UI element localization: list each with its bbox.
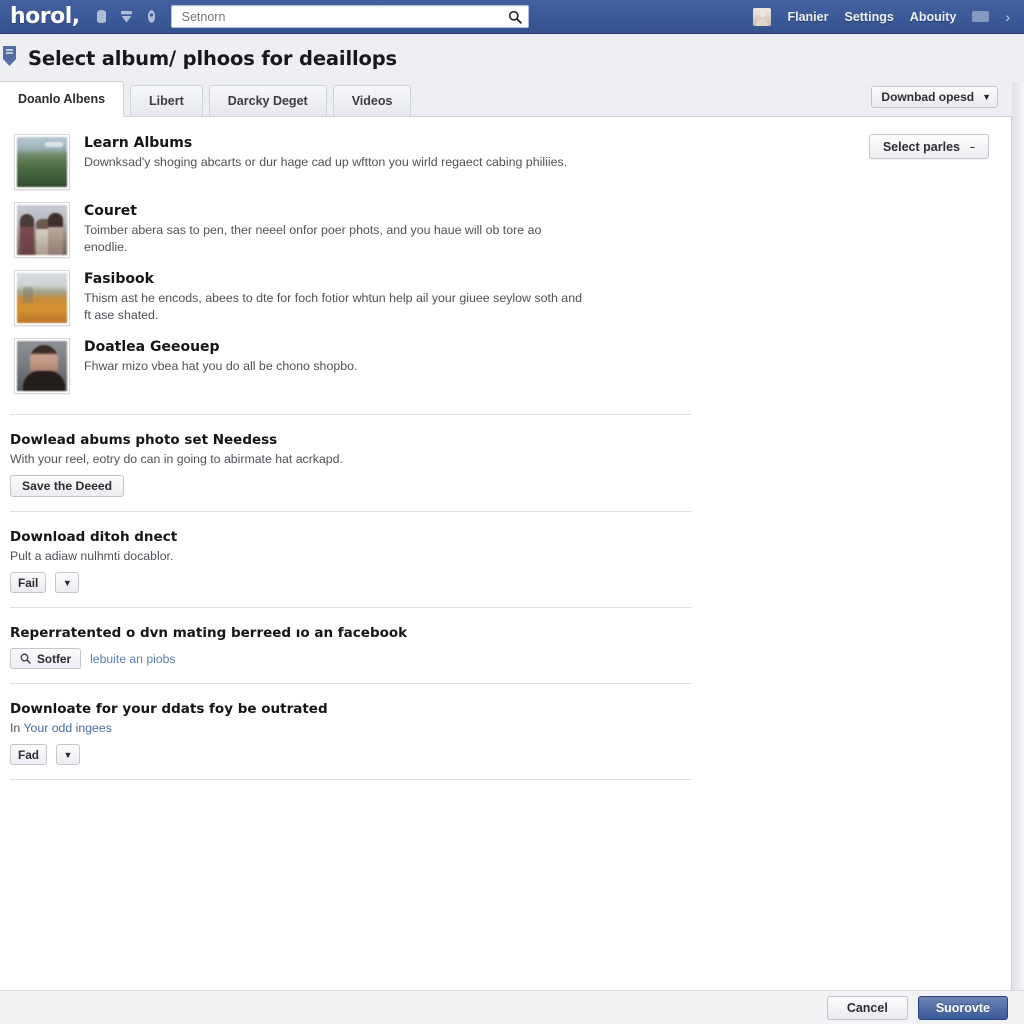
notifications-icon[interactable]: [144, 8, 159, 25]
section-title: Reperratented o dvn mating berreed ıo an…: [10, 625, 408, 641]
album-text-block: Fasibook Thism ast he encods, abees to d…: [84, 270, 584, 323]
section-title: Downloate for your ddats foy be outrated: [10, 701, 328, 717]
search-input[interactable]: [179, 8, 502, 25]
panel-edge-shadow: [1012, 82, 1024, 1024]
page-header: Select album/ plhoos for deaillops: [0, 34, 1024, 82]
album-text-block: Learn Albums Downksad'y shoging abcarts …: [84, 134, 567, 171]
your-folder-link[interactable]: Your odd ingees: [23, 721, 111, 735]
site-logo[interactable]: horol,: [10, 5, 80, 28]
download-speed-label: Downbad opesd: [881, 90, 975, 104]
nav-item-profile[interactable]: Flanier: [787, 10, 828, 24]
top-nav-icon-group: [94, 8, 159, 25]
album-title: Couret: [84, 203, 137, 219]
section-controls: Save the Deeed: [10, 475, 1012, 497]
album-description: Downksad'y shoging abcarts or dur hage c…: [84, 155, 568, 169]
album-row[interactable]: Doatlea Geeouep Fhwar mizo vbea hat you …: [0, 332, 1012, 400]
album-thumbnail-portrait[interactable]: [14, 338, 70, 394]
app-window: horol, Flanier Settings Abouity ›: [0, 0, 1024, 1024]
section-controls: Fad ▼: [10, 744, 1012, 765]
chevron-down-icon: ▼: [63, 749, 73, 760]
album-thumbnail-autumn-field[interactable]: [14, 270, 70, 326]
section-download-direct: Download ditoh dnect Pult a adiaw nulhmt…: [0, 512, 1012, 593]
panel-content: Learn Albums Downksad'y shoging abcarts …: [0, 117, 1012, 1023]
chevron-right-icon[interactable]: ›: [1005, 9, 1010, 25]
album-description: Toimber abera sas to pen, ther neeel onf…: [84, 223, 542, 254]
album-title: Learn Albums: [84, 135, 193, 151]
folder-dropdown-button[interactable]: ▼: [55, 744, 80, 765]
album-thumbnail-group-portrait[interactable]: [14, 202, 70, 258]
submit-button[interactable]: Suorovte: [917, 995, 1008, 1020]
album-title: Fasibook: [84, 271, 154, 287]
section-title: Dowlead abums photo set Needess: [10, 432, 278, 448]
top-nav-right-group: Flanier Settings Abouity ›: [753, 7, 1014, 26]
save-the-deed-button[interactable]: Save the Deeed: [10, 475, 125, 497]
tab-videos[interactable]: Videos: [332, 85, 412, 116]
album-row[interactable]: Learn Albums Downksad'y shoging abcarts …: [0, 128, 1012, 196]
section-controls: Fail ▼: [10, 572, 1012, 593]
nav-item-settings[interactable]: Settings: [844, 10, 893, 24]
surfer-search-button[interactable]: Sotfer: [10, 648, 82, 669]
section-description: With your reel, eotry do can in going to…: [10, 452, 343, 466]
file-dropdown-button[interactable]: ▼: [55, 572, 80, 593]
section-description: Pult a adiaw nulhmti docablor.: [10, 549, 174, 563]
top-navigation-bar: horol, Flanier Settings Abouity ›: [0, 0, 1024, 34]
album-row[interactable]: Fasibook Thism ast he encods, abees to d…: [0, 264, 1012, 332]
chevron-down-icon: ▼: [982, 92, 991, 102]
tab-darcky-deget[interactable]: Darcky Deget: [208, 85, 327, 116]
section-title: Download ditoh dnect: [10, 529, 178, 545]
download-speed-dropdown[interactable]: Downbad opesd ▼: [871, 86, 998, 108]
home-icon[interactable]: [94, 8, 109, 25]
album-row[interactable]: Couret Toimber abera sas to pen, ther ne…: [0, 196, 1012, 264]
tab-bar: Doanlo Albens Libert Darcky Deget Videos…: [0, 81, 1012, 117]
avatar[interactable]: [753, 7, 772, 26]
album-list: Learn Albums Downksad'y shoging abcarts …: [0, 128, 1012, 400]
page-title: Select album/ plhoos for deaillops: [28, 46, 398, 70]
section-download-photo-set: Dowlead abums photo set Needess With you…: [0, 415, 1012, 497]
album-text-block: Couret Toimber abera sas to pen, ther ne…: [84, 202, 584, 255]
search-box[interactable]: [170, 5, 529, 28]
section-facebook-reported: Reperratented o dvn mating berreed ıo an…: [0, 608, 1012, 669]
tab-download-albums[interactable]: Doanlo Albens: [0, 81, 125, 117]
section-download-outrated: Downloate for your ddats foy be outrated…: [0, 684, 1012, 765]
chevron-down-icon: ▼: [62, 577, 72, 588]
delete-photos-link[interactable]: lebuite an piobs: [90, 652, 175, 666]
notification-badge[interactable]: [972, 11, 990, 22]
album-thumbnail-landscape[interactable]: [14, 134, 70, 190]
search-icon[interactable]: [508, 10, 522, 24]
cancel-button[interactable]: Cancel: [826, 995, 908, 1020]
surfer-button-label: Sotfer: [37, 651, 72, 666]
dialog-footer: Cancel Suorovte: [0, 990, 1024, 1024]
friends-icon[interactable]: [119, 8, 134, 25]
file-button[interactable]: Fail: [10, 572, 47, 593]
album-text-block: Doatlea Geeouep Fhwar mizo vbea hat you …: [84, 338, 357, 375]
divider: [10, 779, 692, 780]
folder-button[interactable]: Fad: [10, 744, 47, 765]
tab-libert[interactable]: Libert: [130, 85, 203, 116]
section-description: In Your odd ingees: [10, 721, 1012, 735]
album-title: Doatlea Geeouep: [84, 339, 220, 355]
shield-icon: [2, 45, 24, 71]
section-controls: Sotfer lebuite an piobs: [10, 648, 1012, 669]
nav-item-about[interactable]: Abouity: [910, 10, 957, 24]
search-icon: [20, 653, 31, 664]
album-description: Fhwar mizo vbea hat you do all be chono …: [84, 359, 358, 373]
main-panel: Doanlo Albens Libert Darcky Deget Videos…: [0, 81, 1012, 1024]
section-description-prefix: In: [10, 721, 24, 735]
album-description: Thism ast he encods, abees to dte for fo…: [84, 291, 582, 322]
